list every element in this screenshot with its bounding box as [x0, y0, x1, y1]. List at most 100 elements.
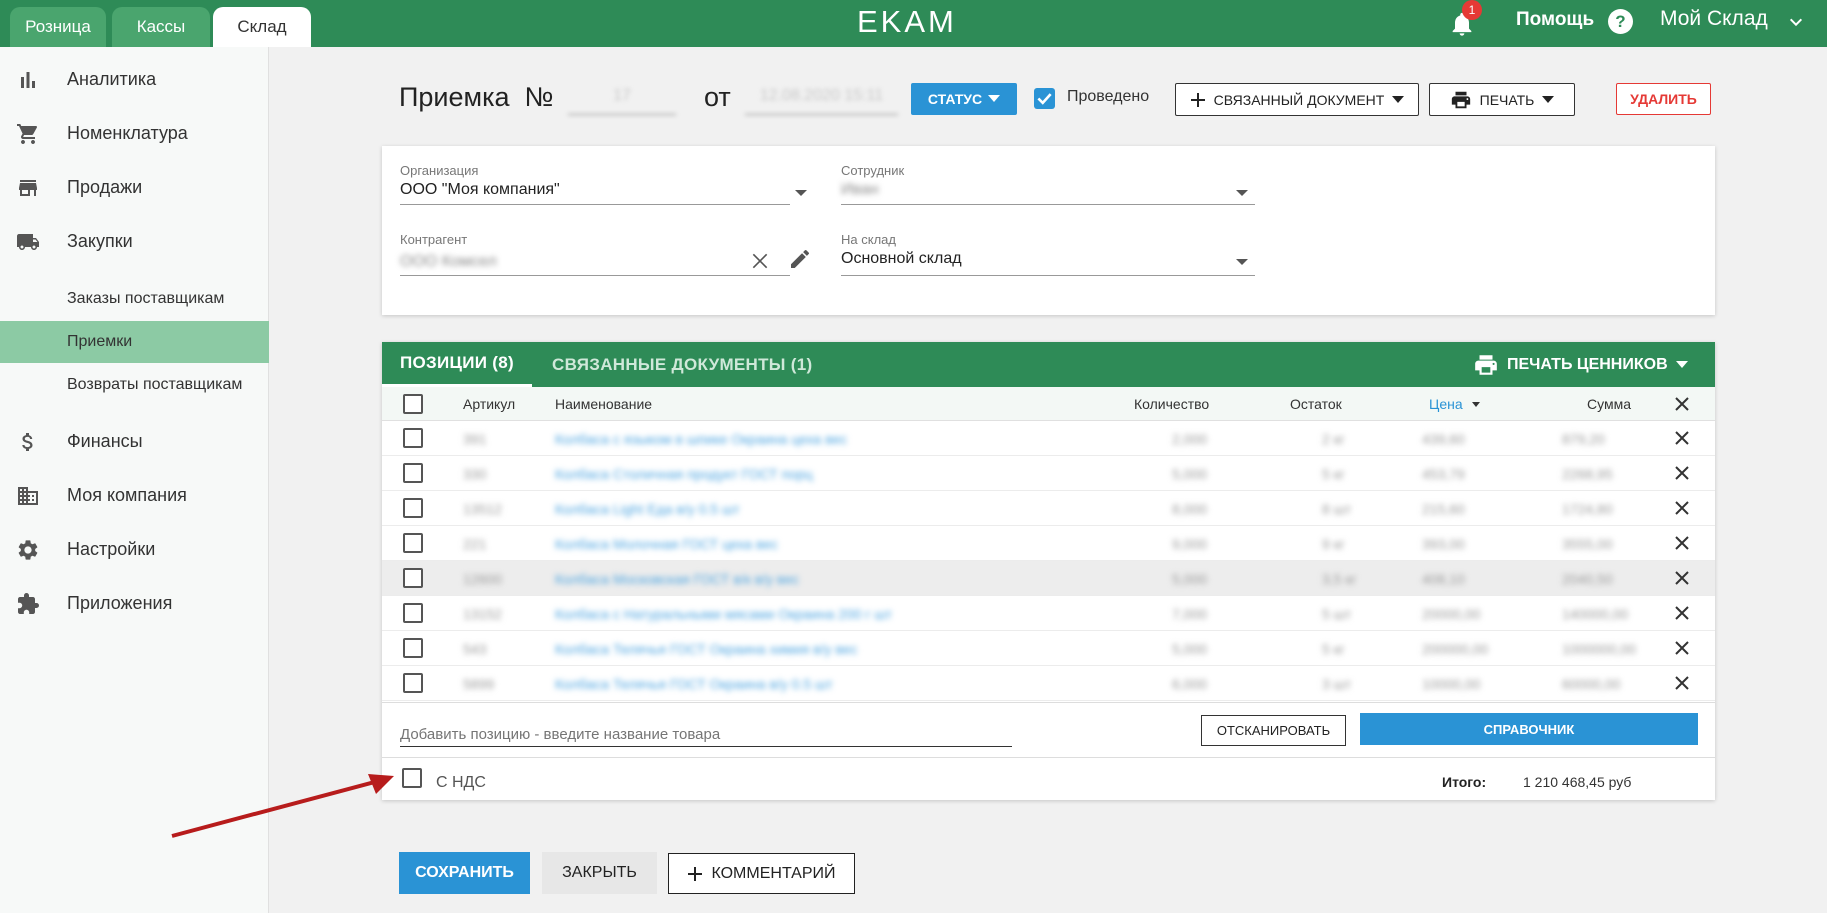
column-name[interactable]: Наименование	[555, 396, 652, 412]
edit-pencil-icon[interactable]	[788, 247, 812, 271]
delete-button[interactable]: УДАЛИТЬ	[1616, 83, 1711, 115]
cell-name[interactable]: Колбаса с Натуральными мясами Окраина 20…	[555, 606, 892, 622]
cell-quantity[interactable]: 6,000	[1172, 676, 1207, 692]
sort-desc-icon[interactable]	[1472, 402, 1480, 407]
row-checkbox[interactable]	[403, 463, 423, 483]
sidebar-item-apps[interactable]: Приложения	[0, 583, 269, 623]
scan-button[interactable]: ОТСКАНИРОВАТЬ	[1201, 715, 1346, 746]
remove-row-icon[interactable]	[1674, 500, 1690, 516]
sidebar-item-purchases[interactable]: Закупки	[0, 221, 269, 261]
select-all-checkbox[interactable]	[403, 394, 423, 414]
row-checkbox[interactable]	[403, 638, 423, 658]
tab-linked-documents[interactable]: СВЯЗАННЫЕ ДОКУМЕНТЫ (1)	[552, 342, 812, 387]
cell-price[interactable]: 10000,00	[1422, 676, 1480, 692]
organization-select[interactable]: ООО "Моя компания"	[400, 181, 560, 199]
sidebar-item-sales[interactable]: Продажи	[0, 167, 269, 207]
sidebar-subitem-receipts[interactable]: Приемки	[0, 321, 269, 363]
remove-row-icon[interactable]	[1674, 570, 1690, 586]
remove-row-icon[interactable]	[1674, 465, 1690, 481]
sidebar-item-my-company[interactable]: Моя компания	[0, 475, 269, 515]
cell-name[interactable]: Колбаса Столичная продукт ГОСТ порц	[555, 466, 813, 482]
sidebar-item-settings[interactable]: Настройки	[0, 529, 269, 569]
remove-row-icon[interactable]	[1674, 640, 1690, 656]
column-sum[interactable]: Сумма	[1587, 396, 1631, 412]
cell-quantity[interactable]: 8,000	[1172, 501, 1207, 517]
row-checkbox[interactable]	[403, 568, 423, 588]
table-row[interactable]: 221 Колбаса Молочная ГОСТ цеха вес 9,000 9 …	[382, 526, 1715, 561]
cell-price[interactable]: 439,60	[1422, 431, 1465, 447]
remove-row-icon[interactable]	[1674, 605, 1690, 621]
employee-select[interactable]: Иван	[841, 181, 879, 199]
table-row[interactable]: 543 Колбаса Телячья ГОСТ Окраина химия в/…	[382, 631, 1715, 666]
column-quantity[interactable]: Количество	[1134, 396, 1209, 412]
sidebar-item-nomenclature[interactable]: Номенклатура	[0, 113, 269, 153]
done-checkbox[interactable]	[1034, 88, 1055, 109]
save-button[interactable]: СОХРАНИТЬ	[399, 852, 530, 894]
row-checkbox[interactable]	[403, 533, 423, 553]
warehouse-select[interactable]: Основной склад	[841, 250, 962, 268]
warehouse-dropdown-icon[interactable]	[1236, 259, 1248, 265]
table-row[interactable]: 13512 Колбаса Light Еда в/у 0.5 шт 8,000 8 …	[382, 491, 1715, 526]
row-checkbox[interactable]	[403, 673, 423, 693]
status-button[interactable]: СТАТУС	[911, 83, 1017, 115]
remove-row-icon[interactable]	[1674, 675, 1690, 691]
account-menu[interactable]: Мой Склад	[1660, 7, 1768, 31]
close-button[interactable]: ЗАКРЫТЬ	[542, 852, 657, 894]
table-row[interactable]: 12600 Колбаса Московская ГОСТ в/к в/у вес…	[382, 561, 1715, 596]
chevron-down-icon[interactable]	[1788, 14, 1804, 30]
tab-positions[interactable]: ПОЗИЦИИ (8)	[382, 342, 532, 387]
sidebar-item-analytics[interactable]: Аналитика	[0, 59, 269, 99]
table-row[interactable]: 330 Колбаса Столичная продукт ГОСТ порц 5,…	[382, 456, 1715, 491]
cell-price[interactable]: 408,10	[1422, 571, 1465, 587]
document-number-field[interactable]: 17	[568, 78, 676, 115]
tab-warehouse[interactable]: Склад	[213, 7, 311, 47]
cell-quantity[interactable]: 5,000	[1172, 571, 1207, 587]
document-date-field[interactable]: 12.08.2020 15:11	[745, 78, 898, 115]
table-row[interactable]: 391 Колбаса с языком в шпике Окраина цеха…	[382, 421, 1715, 456]
cell-quantity[interactable]: 2,000	[1172, 431, 1207, 447]
clear-icon[interactable]	[750, 251, 770, 271]
row-checkbox[interactable]	[403, 603, 423, 623]
help-icon[interactable]: ?	[1608, 9, 1633, 34]
sidebar-item-finance[interactable]: Финансы	[0, 421, 269, 461]
cell-name[interactable]: Колбаса Телячья ГОСТ Окраина химия в/у в…	[555, 641, 857, 657]
row-checkbox[interactable]	[403, 428, 423, 448]
cell-name[interactable]: Колбаса Телячья ГОСТ Окраина в/у 0.5 шт	[555, 676, 833, 692]
sidebar-subitem-supplier-orders[interactable]: Заказы поставщикам	[0, 278, 269, 320]
table-row[interactable]: 5899 Колбаса Телячья ГОСТ Окраина в/у 0.5…	[382, 666, 1715, 701]
cell-quantity[interactable]: 5,000	[1172, 641, 1207, 657]
cell-price[interactable]: 200000,00	[1422, 641, 1488, 657]
cell-quantity[interactable]: 9,000	[1172, 536, 1207, 552]
cell-name[interactable]: Колбаса Light Еда в/у 0.5 шт	[555, 501, 740, 517]
row-checkbox[interactable]	[403, 498, 423, 518]
sidebar-subitem-supplier-returns[interactable]: Возвраты поставщикам	[0, 364, 269, 406]
help-link[interactable]: Помощь	[1516, 9, 1594, 31]
table-row[interactable]: 13152 Колбаса с Натуральными мясами Окраи…	[382, 596, 1715, 631]
cell-quantity[interactable]: 7,000	[1172, 606, 1207, 622]
organization-dropdown-icon[interactable]	[795, 190, 807, 196]
remove-row-icon[interactable]	[1674, 535, 1690, 551]
column-stock[interactable]: Остаток	[1290, 396, 1342, 412]
employee-dropdown-icon[interactable]	[1236, 190, 1248, 196]
linked-document-button[interactable]: СВЯЗАННЫЙ ДОКУМЕНТ	[1175, 83, 1419, 116]
cell-price[interactable]: 20000,00	[1422, 606, 1480, 622]
column-sku[interactable]: Артикул	[463, 396, 515, 412]
remove-all-icon[interactable]	[1674, 396, 1690, 412]
add-position-input[interactable]	[400, 723, 1012, 747]
cell-name[interactable]: Колбаса Московская ГОСТ в/к в/у вес	[555, 571, 799, 587]
add-comment-button[interactable]: КОММЕНТАРИЙ	[668, 853, 855, 894]
tab-cashboxes[interactable]: Кассы	[112, 7, 210, 47]
cell-price[interactable]: 453,79	[1422, 466, 1465, 482]
cell-name[interactable]: Колбаса Молочная ГОСТ цеха вес	[555, 536, 778, 552]
vat-checkbox[interactable]	[402, 768, 422, 788]
cell-price[interactable]: 215,60	[1422, 501, 1465, 517]
column-price[interactable]: Цена	[1429, 396, 1463, 412]
remove-row-icon[interactable]	[1674, 430, 1690, 446]
print-button[interactable]: ПЕЧАТЬ	[1429, 83, 1575, 116]
cell-quantity[interactable]: 5,000	[1172, 466, 1207, 482]
catalog-button[interactable]: СПРАВОЧНИК	[1360, 713, 1698, 745]
tab-retail[interactable]: Розница	[10, 7, 106, 47]
counterparty-input[interactable]: ООО Комсел	[400, 253, 497, 271]
cell-name[interactable]: Колбаса с языком в шпике Окраина цеха ве…	[555, 431, 847, 447]
cell-price[interactable]: 393,00	[1422, 536, 1465, 552]
